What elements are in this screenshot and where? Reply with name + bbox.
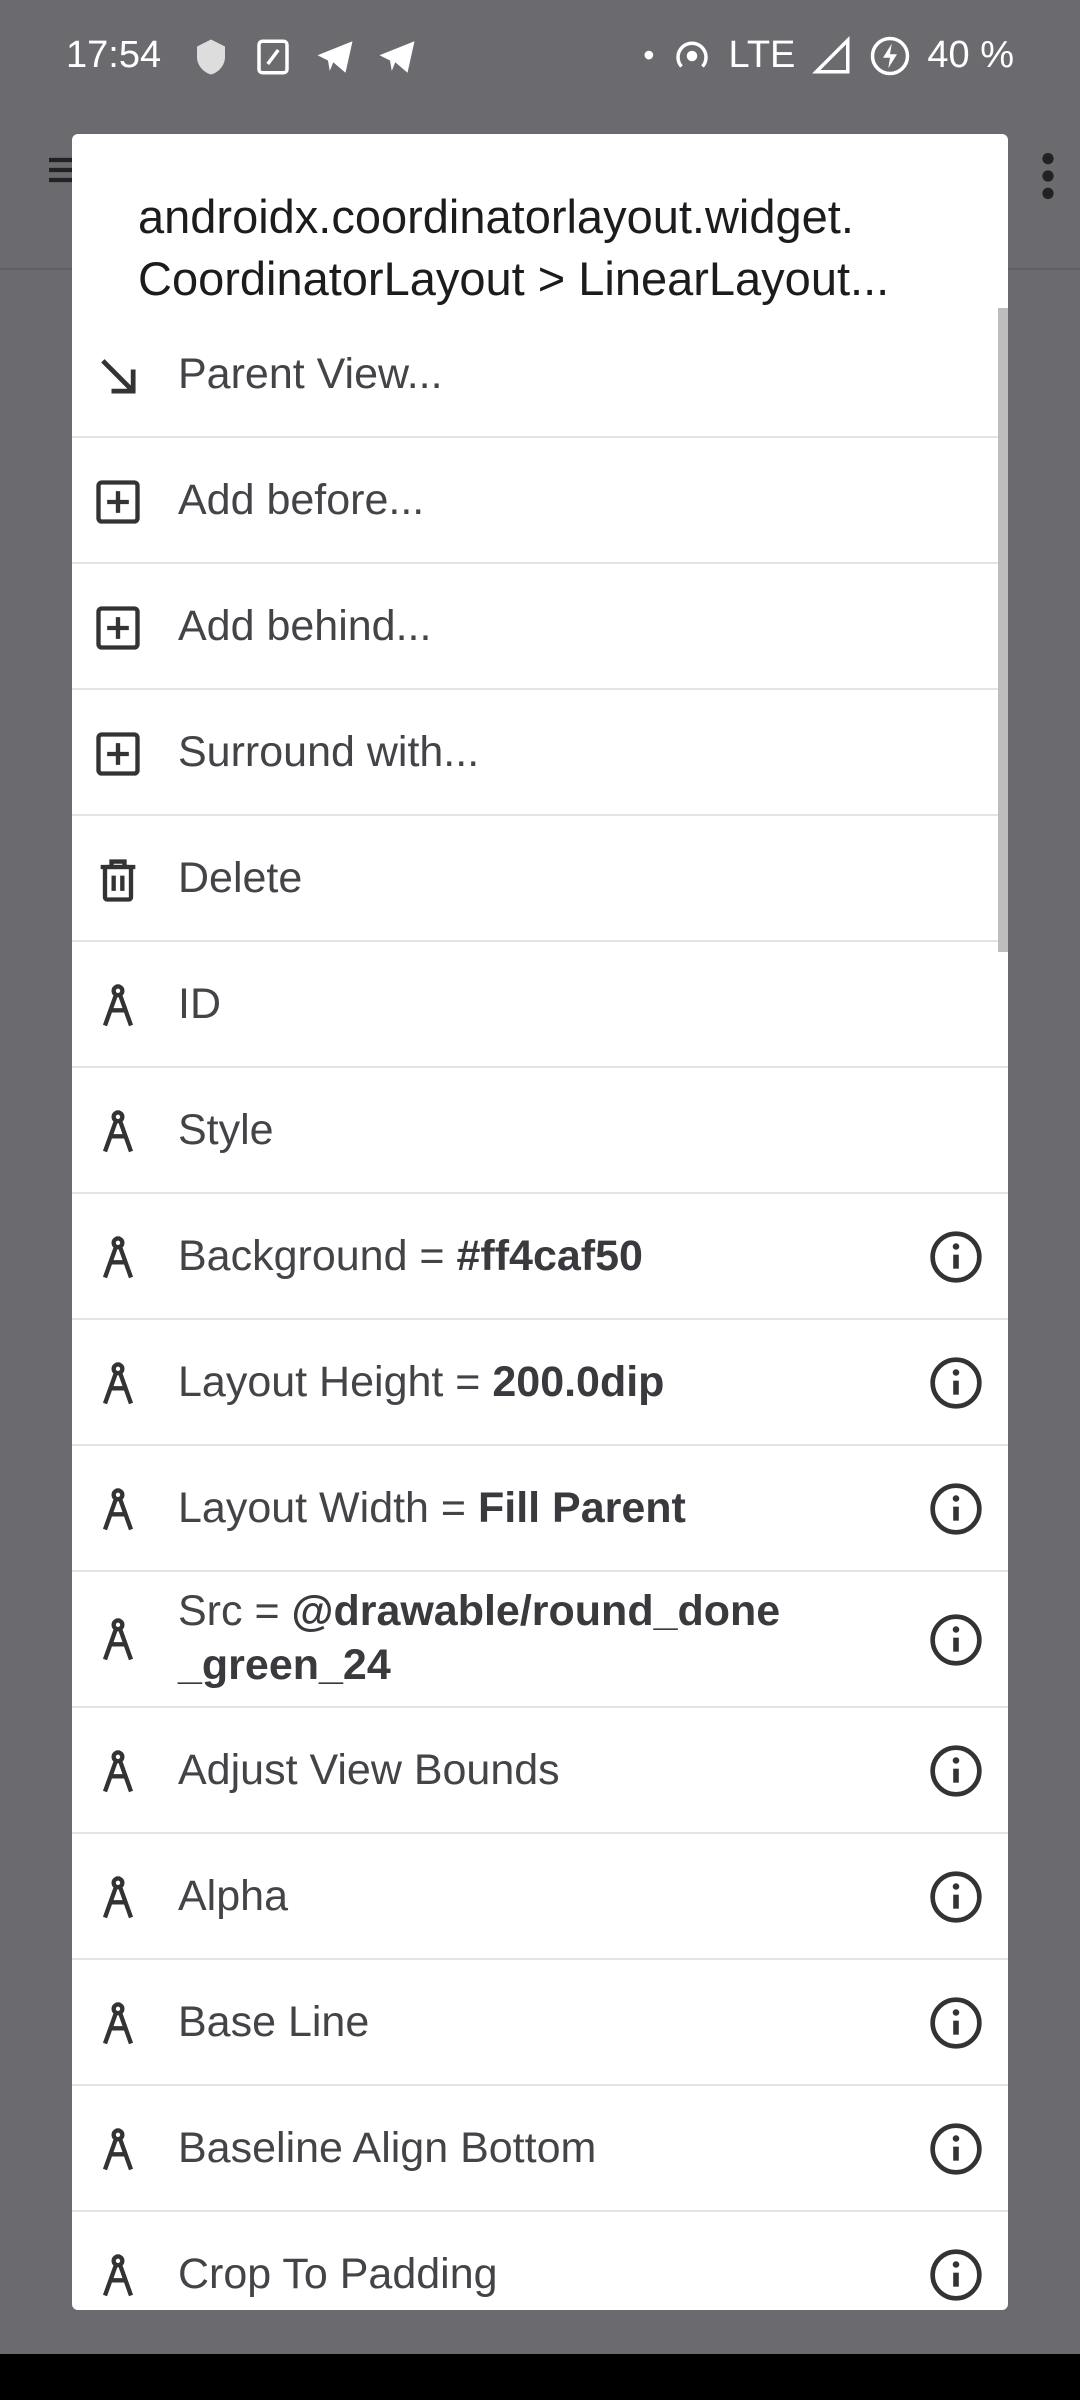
info-icon[interactable] <box>928 1229 984 1285</box>
menu-item-style[interactable]: Style <box>72 1068 1008 1194</box>
dialog-title-line1: androidx.coordinatorlayout.widget. <box>138 190 854 243</box>
menu-item-label: Background = #ff4caf50 <box>178 1194 868 1318</box>
menu-item-crop-to-padding[interactable]: Crop To Padding <box>72 2212 1008 2310</box>
add-box-icon <box>96 732 140 776</box>
menu-item-label: Surround with... <box>178 728 480 776</box>
menu-item-label: Crop To Padding <box>178 2250 498 2298</box>
menu-item-src[interactable]: Src = @drawable/round_done _green_24 <box>72 1572 1008 1708</box>
info-icon[interactable] <box>928 1869 984 1925</box>
dialog-title: androidx.coordinatorlayout.widget. Coord… <box>138 186 978 310</box>
telegram-icon <box>379 41 415 73</box>
menu-item-background[interactable]: Background = #ff4caf50 <box>72 1194 1008 1320</box>
compass-icon <box>102 1110 134 1153</box>
compass-icon <box>102 1362 134 1405</box>
navigation-bar <box>0 2354 1080 2400</box>
scrollbar[interactable] <box>998 308 1008 952</box>
shield-icon <box>197 39 225 75</box>
menu-item-label: Baseline Align Bottom <box>178 2124 597 2172</box>
compass-icon <box>102 1618 134 1661</box>
more-vert-icon[interactable] <box>1038 150 1058 202</box>
sim-card-icon <box>257 39 289 75</box>
info-icon[interactable] <box>928 1995 984 2051</box>
compass-icon <box>102 984 134 1027</box>
info-icon[interactable] <box>928 1355 984 1411</box>
menu-item-label: Adjust View Bounds <box>178 1746 560 1794</box>
menu-item-label: Delete <box>178 854 303 902</box>
notification-icons <box>190 36 418 78</box>
menu-item-layout-height[interactable]: Layout Height = 200.0dip <box>72 1320 1008 1446</box>
property-name: Src = <box>178 1587 292 1635</box>
compass-icon <box>102 1488 134 1531</box>
battery-level: 40 % <box>927 34 1014 76</box>
menu-item-parent-view[interactable]: Parent View... <box>72 312 1008 438</box>
menu-item-label: Add before... <box>178 476 425 524</box>
property-value: Fill Parent <box>477 1484 686 1532</box>
menu-item-label: Alpha <box>178 1872 288 1920</box>
compass-icon <box>102 1236 134 1279</box>
compass-icon <box>102 1876 134 1919</box>
context-menu-dialog: androidx.coordinatorlayout.widget. Coord… <box>72 134 1008 2310</box>
menu-item-delete[interactable]: Delete <box>72 816 1008 942</box>
network-type: LTE <box>728 34 796 76</box>
add-box-icon <box>96 606 140 650</box>
info-icon[interactable] <box>928 2121 984 2177</box>
hotspot-icon <box>675 41 708 68</box>
info-icon[interactable] <box>928 2247 984 2303</box>
menu-item-adjust-view-bounds[interactable]: Adjust View Bounds <box>72 1708 1008 1834</box>
add-box-icon <box>96 480 140 524</box>
menu-item-alpha[interactable]: Alpha <box>72 1834 1008 1960</box>
info-icon[interactable] <box>928 1612 984 1668</box>
info-icon[interactable] <box>928 1743 984 1799</box>
menu-list: Parent View... Add before... Add behind.… <box>72 312 1008 2310</box>
menu-item-base-line[interactable]: Base Line <box>72 1960 1008 2086</box>
menu-item-layout-width[interactable]: Layout Width = Fill Parent <box>72 1446 1008 1572</box>
info-icon[interactable] <box>928 1481 984 1537</box>
menu-item-surround-with[interactable]: Surround with... <box>72 690 1008 816</box>
menu-item-label: ID <box>178 980 221 1028</box>
property-value: @drawable/round_done <box>291 1587 781 1635</box>
menu-item-baseline-align-bottom[interactable]: Baseline Align Bottom <box>72 2086 1008 2212</box>
battery-charging-icon <box>871 36 910 75</box>
menu-item-label: Parent View... <box>178 350 443 398</box>
menu-item-label: Style <box>178 1106 274 1154</box>
status-bar: 17:54 • LTE 40 % <box>0 0 1080 112</box>
property-name: Layout Height = <box>178 1358 493 1406</box>
menu-item-label: Layout Height = 200.0dip <box>178 1320 868 1444</box>
compass-icon <box>102 2254 134 2297</box>
menu-item-label: Add behind... <box>178 602 432 650</box>
signal-icon <box>812 35 850 73</box>
compass-icon <box>102 2002 134 2045</box>
menu-item-label: Layout Width = Fill Parent <box>178 1446 868 1570</box>
arrow-down-right-icon <box>101 359 136 394</box>
property-value-continued: _green_24 <box>178 1641 391 1689</box>
compass-icon <box>102 1750 134 1793</box>
property-name: Background = <box>178 1232 457 1280</box>
trash-icon <box>100 859 136 902</box>
system-icons: • LTE 40 % <box>643 34 1014 77</box>
compass-icon <box>102 2128 134 2171</box>
menu-item-id[interactable]: ID <box>72 942 1008 1068</box>
menu-item-add-behind[interactable]: Add behind... <box>72 564 1008 690</box>
menu-item-label: Src = @drawable/round_done _green_24 <box>178 1572 868 1706</box>
property-value: 200.0dip <box>492 1358 665 1406</box>
property-value: #ff4caf50 <box>456 1232 643 1280</box>
status-time: 17:54 <box>66 34 162 76</box>
menu-item-add-before[interactable]: Add before... <box>72 438 1008 564</box>
telegram-icon <box>317 41 353 73</box>
dialog-title-line2: CoordinatorLayout > LinearLayout... <box>138 252 890 305</box>
menu-item-label: Base Line <box>178 1998 370 2046</box>
status-dot: • <box>643 37 655 73</box>
property-name: Layout Width = <box>178 1484 478 1532</box>
